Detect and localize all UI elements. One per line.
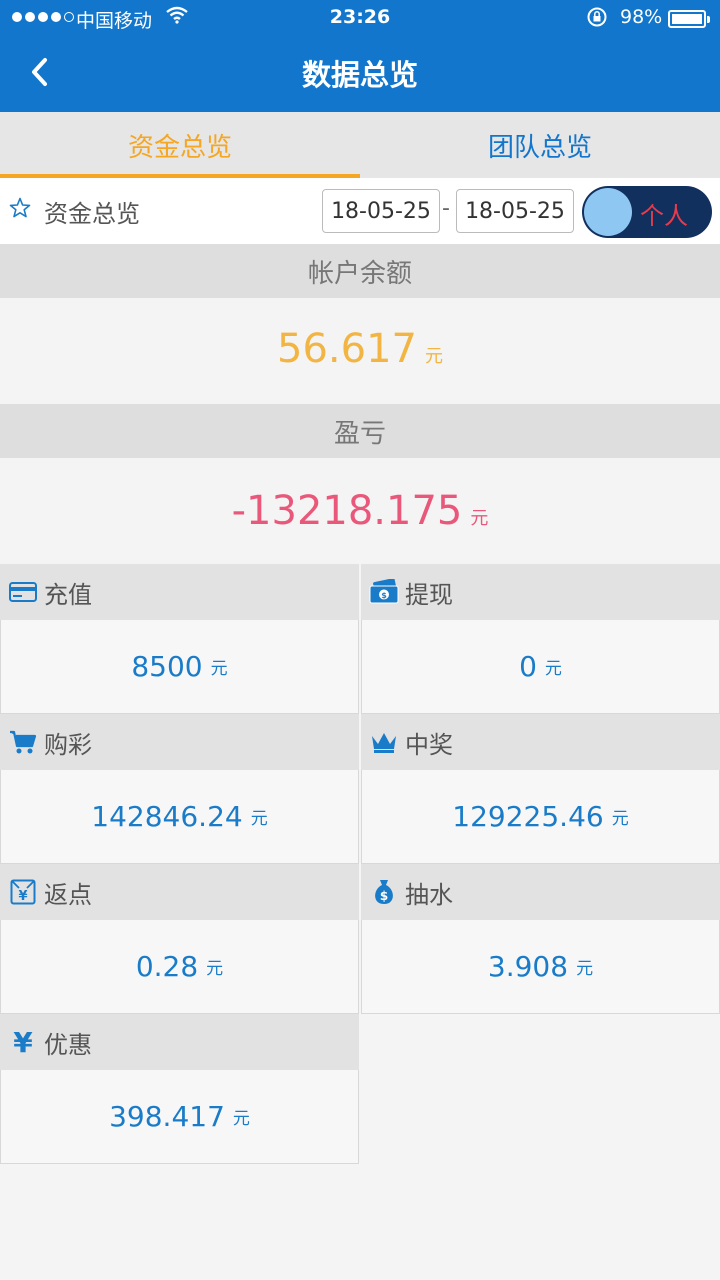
filter-label: 资金总览 xyxy=(44,200,140,228)
stat-label: 优惠 xyxy=(44,1030,92,1059)
profit-header: 盈亏 xyxy=(0,404,720,458)
stat-value-purchase: 142846.24 元 xyxy=(0,770,359,864)
toggle-label: 个人 xyxy=(640,202,688,230)
date-from-field[interactable]: 18-05-25 xyxy=(322,189,440,233)
stat-value: 142846.24 xyxy=(91,800,243,833)
stat-label: 中奖 xyxy=(405,730,453,759)
tab-team-overview[interactable]: 团队总览 xyxy=(360,112,720,178)
yen-envelope-icon: ¥ xyxy=(8,877,38,907)
balance-value-row: 56.617 元 xyxy=(0,326,720,372)
personal-toggle[interactable]: 个人 xyxy=(582,186,712,238)
profit-value: -13218.175 xyxy=(231,488,463,534)
profit-value-row: -13218.175 元 xyxy=(0,488,720,534)
stat-header-deposit: 充值 xyxy=(0,564,359,620)
stat-unit: 元 xyxy=(210,659,228,679)
stat-value: 129225.46 xyxy=(452,800,604,833)
stat-header-commission: $ 抽水 xyxy=(361,864,720,920)
clock: 23:26 xyxy=(329,6,391,28)
page-title: 数据总览 xyxy=(301,58,418,92)
stat-unit: 元 xyxy=(544,659,562,679)
cash-icon: $ xyxy=(369,577,399,607)
date-separator: - xyxy=(442,196,450,221)
svg-text:¥: ¥ xyxy=(13,1028,33,1056)
stat-value: 0 xyxy=(519,650,537,683)
stat-value: 8500 xyxy=(131,650,203,683)
svg-text:$: $ xyxy=(380,889,388,903)
crown-icon xyxy=(369,727,399,757)
status-bar: 中国移动 23:26 98% xyxy=(0,0,720,36)
rotation-lock-icon xyxy=(586,6,608,33)
svg-text:¥: ¥ xyxy=(18,889,27,904)
stat-value: 398.417 xyxy=(109,1100,225,1133)
stat-label: 抽水 xyxy=(405,880,453,909)
stat-value-winnings: 129225.46 元 xyxy=(361,770,720,864)
stat-unit: 元 xyxy=(576,959,594,979)
stat-unit: 元 xyxy=(250,809,268,829)
stat-value-commission: 3.908 元 xyxy=(361,920,720,1014)
balance-value: 56.617 xyxy=(277,326,417,372)
stat-header-purchase: 购彩 xyxy=(0,714,359,770)
battery-icon xyxy=(668,10,710,28)
stat-label: 提现 xyxy=(405,580,453,609)
svg-text:$: $ xyxy=(381,591,387,600)
balance-header: 帐户余额 xyxy=(0,244,720,298)
stat-header-discount: ¥ 优惠 xyxy=(0,1014,359,1070)
battery-percent: 98% xyxy=(620,6,663,28)
stat-label: 充值 xyxy=(44,580,92,609)
balance-unit: 元 xyxy=(424,346,443,367)
date-to-field[interactable]: 18-05-25 xyxy=(456,189,574,233)
profit-unit: 元 xyxy=(470,508,489,529)
stat-header-withdraw: $ 提现 xyxy=(361,564,720,620)
stat-value-deposit: 8500 元 xyxy=(0,620,359,714)
star-icon xyxy=(8,196,32,224)
money-bag-icon: $ xyxy=(369,877,399,907)
stat-value-discount: 398.417 元 xyxy=(0,1070,359,1164)
stat-value-rebate: 0.28 元 xyxy=(0,920,359,1014)
tab-bar: 资金总览 团队总览 xyxy=(0,112,720,178)
stat-unit: 元 xyxy=(611,809,629,829)
toggle-knob xyxy=(584,188,632,236)
yen-icon: ¥ xyxy=(8,1027,38,1057)
stat-label: 返点 xyxy=(44,880,92,909)
stat-value-withdraw: 0元 xyxy=(361,620,720,714)
stat-value: 3.908 xyxy=(487,950,569,983)
stat-header-winnings: 中奖 xyxy=(361,714,720,770)
stat-unit: 元 xyxy=(232,1109,250,1129)
stat-unit: 元 xyxy=(206,959,224,979)
card-icon xyxy=(8,577,38,607)
stat-value: 0.28 xyxy=(135,950,199,983)
top-bar: 中国移动 23:26 98% 数据总览 xyxy=(0,0,720,112)
tab-fund-overview[interactable]: 资金总览 xyxy=(0,112,360,178)
stat-label: 购彩 xyxy=(44,730,92,759)
cart-icon xyxy=(8,727,38,757)
stat-header-rebate: ¥ 返点 xyxy=(0,864,359,920)
